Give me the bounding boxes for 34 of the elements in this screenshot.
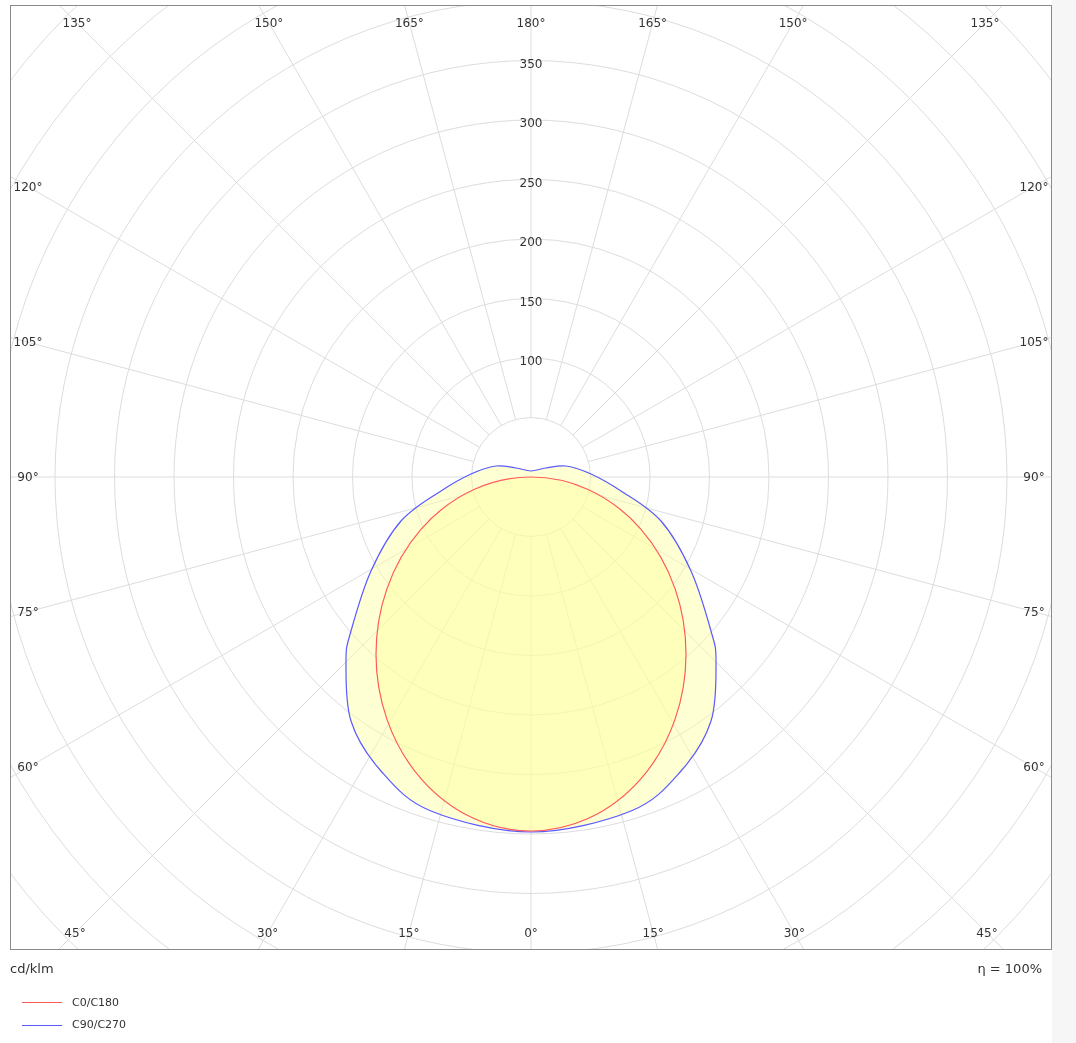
angle-label: 75° bbox=[1023, 604, 1045, 619]
ring-value-label: 200 bbox=[519, 235, 543, 249]
angle-label: 120° bbox=[13, 179, 43, 194]
ring-value-label: 150 bbox=[519, 294, 543, 309]
angle-label: 165° bbox=[638, 16, 668, 30]
angle-label: 60° bbox=[1023, 760, 1045, 775]
ring-value-label: 350 bbox=[519, 56, 543, 71]
angle-label: 45° bbox=[64, 926, 86, 940]
ring-value-label: 300 bbox=[519, 116, 543, 130]
angle-label: 120° bbox=[1019, 179, 1049, 194]
angle-label: 15° bbox=[398, 926, 420, 940]
legend-label: C90/C270 bbox=[72, 1017, 127, 1033]
angle-label: 105° bbox=[13, 335, 43, 350]
angle-label: 165° bbox=[394, 16, 424, 30]
angle-label: 150° bbox=[254, 16, 284, 30]
angle-label: 90° bbox=[17, 470, 39, 484]
angle-label: 150° bbox=[778, 16, 808, 30]
angle-label: 90° bbox=[1023, 470, 1045, 484]
angle-label: 180° bbox=[516, 16, 546, 30]
angle-label: 75° bbox=[17, 604, 39, 619]
angle-label: 0° bbox=[524, 926, 538, 940]
efficiency-label: η = 100% bbox=[977, 960, 1043, 978]
angle-label: 15° bbox=[642, 926, 664, 940]
angle-label: 135° bbox=[970, 16, 1000, 30]
ring-value-label: 250 bbox=[519, 175, 543, 190]
angle-label: 30° bbox=[257, 926, 279, 940]
angle-label: 135° bbox=[62, 16, 92, 30]
ring-value-label: 100 bbox=[519, 354, 543, 368]
angle-label: 105° bbox=[1019, 335, 1049, 350]
angle-label: 30° bbox=[783, 926, 805, 940]
angle-label: 45° bbox=[976, 926, 998, 940]
legend-label: C0/C180 bbox=[72, 994, 120, 1011]
angle-label: 60° bbox=[17, 760, 39, 775]
unit-label: cd/klm bbox=[10, 960, 54, 978]
